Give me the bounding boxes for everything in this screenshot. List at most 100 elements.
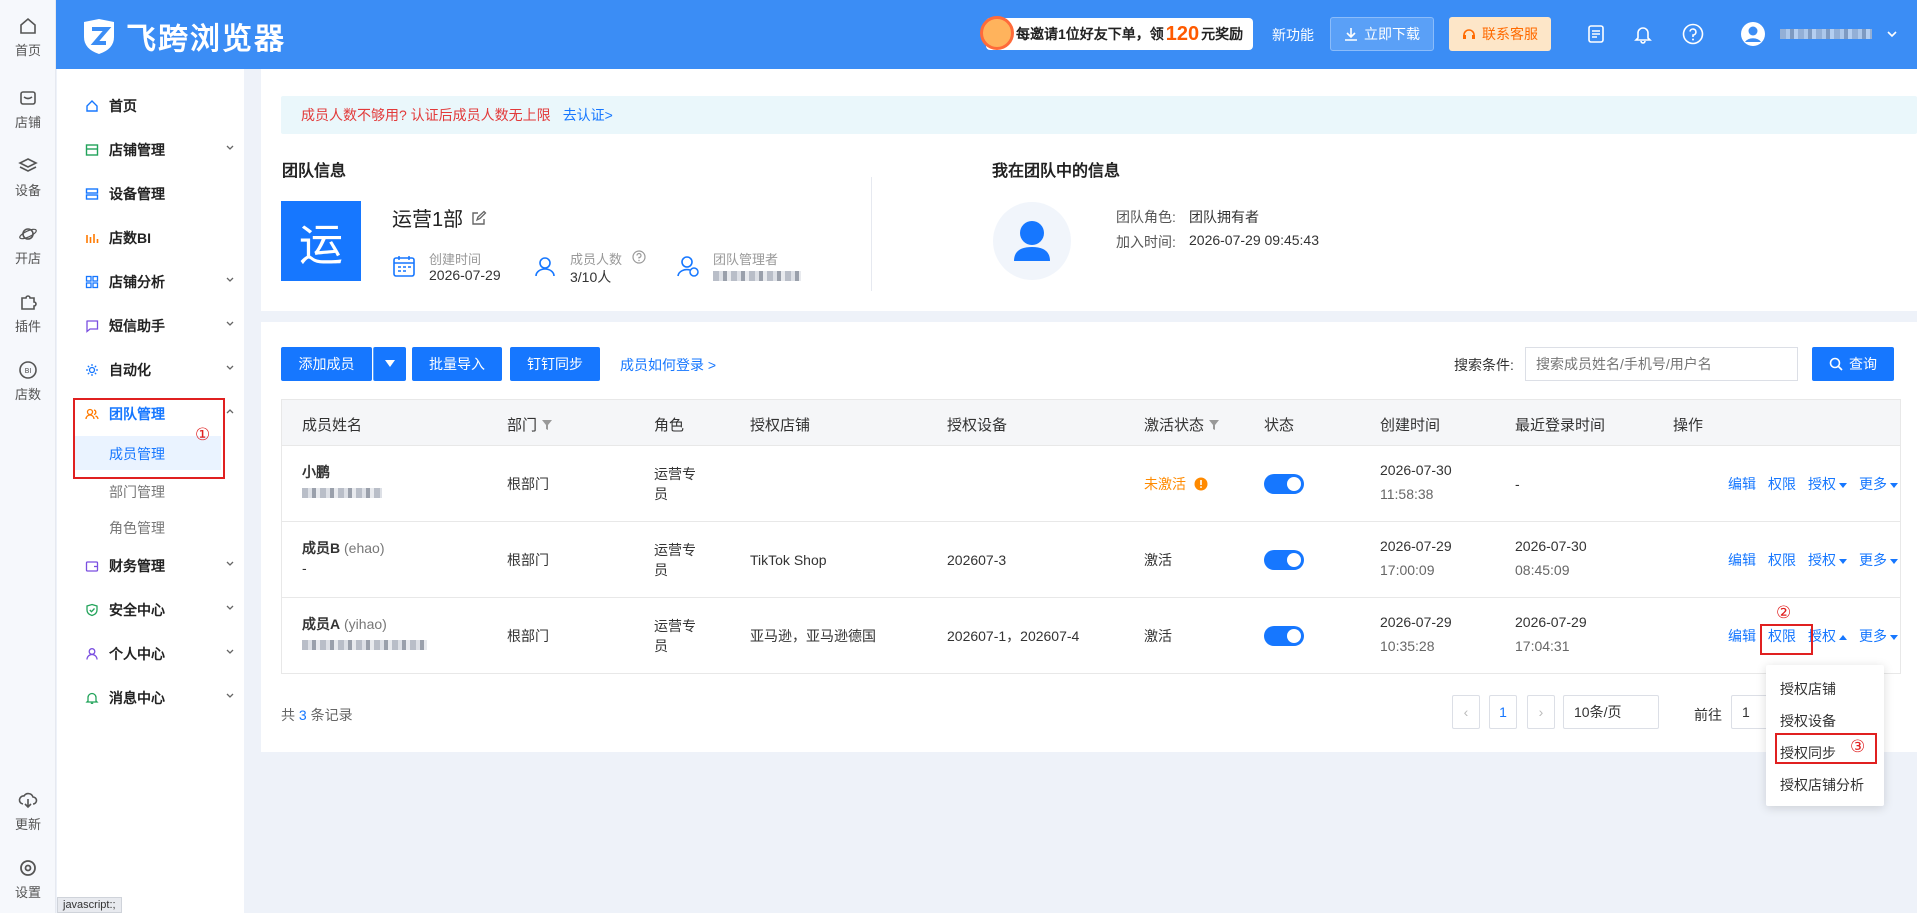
rail-bi[interactable]: BI 店数 xyxy=(0,360,56,403)
edit-link[interactable]: 编辑 xyxy=(1728,626,1756,646)
col-role: 角色 xyxy=(654,417,685,434)
sidebar-item-device-management[interactable]: 设备管理 xyxy=(85,179,235,209)
avatar[interactable] xyxy=(1740,21,1766,47)
document-icon[interactable] xyxy=(1586,24,1606,44)
invite-promo-banner[interactable]: 每邀请1位好友下单，领 120 元奖励 xyxy=(980,16,1254,50)
more-menu[interactable]: 更多 xyxy=(1859,550,1898,570)
team-avatar: 运 xyxy=(281,201,361,281)
status-toggle[interactable] xyxy=(1264,626,1304,646)
sidebar-item-message-center[interactable]: 消息中心 xyxy=(85,683,235,713)
contact-service-button[interactable]: 联系客服 xyxy=(1449,17,1551,51)
status-toggle[interactable] xyxy=(1264,550,1304,570)
edit-icon[interactable] xyxy=(471,210,487,226)
team-info-heading: 团队信息 xyxy=(282,163,347,180)
permission-link[interactable]: 权限 xyxy=(1768,474,1796,494)
authorize-menu[interactable]: 授权 xyxy=(1808,550,1847,570)
rail-device[interactable]: 设备 xyxy=(0,156,56,199)
status-bar-url: javascript:; xyxy=(57,897,122,913)
rail-plugin[interactable]: 插件 xyxy=(0,292,56,335)
page-1[interactable]: 1 xyxy=(1489,695,1517,729)
edit-link[interactable]: 编辑 xyxy=(1728,474,1756,494)
team-info-card: 成员人数不够用? 认证后成员人数无上限 去认证> 团队信息 运 运营1部 创建时… xyxy=(261,69,1917,311)
search-input[interactable] xyxy=(1525,347,1798,381)
sidebar-sub-item-roles[interactable]: 角色管理 xyxy=(109,518,165,538)
search-icon xyxy=(1829,357,1843,371)
more-label: 更多 xyxy=(1859,476,1887,492)
last-login-time: 08:45:09 xyxy=(1515,562,1570,578)
goto-label: 前往 xyxy=(1694,707,1722,723)
auth-devices[interactable]: 202607-1，202607-4 xyxy=(947,626,1079,646)
rail-open-shop[interactable]: 开店 xyxy=(0,224,56,267)
new-feature-link[interactable]: 新功能 xyxy=(1272,25,1314,45)
verify-link[interactable]: 去认证> xyxy=(563,105,613,125)
layers-icon xyxy=(18,158,38,172)
auth-shops[interactable]: 亚马逊，亚马逊德国 xyxy=(750,626,876,646)
auth-device-option[interactable]: 授权设备 xyxy=(1780,711,1836,731)
download-button[interactable]: 立即下载 xyxy=(1330,17,1434,51)
shield-icon xyxy=(86,603,98,617)
caret-down-icon xyxy=(1839,558,1847,564)
authorize-menu[interactable]: 授权 xyxy=(1808,474,1847,494)
authorize-label: 授权 xyxy=(1808,552,1836,568)
how-member-login-link[interactable]: 成员如何登录 > xyxy=(620,355,716,375)
sidebar-item-sms-assistant[interactable]: 短信助手 xyxy=(85,311,235,341)
auth-shops[interactable]: TikTok Shop xyxy=(750,550,827,570)
brand-logo[interactable]: 飞跨浏览器 xyxy=(80,14,286,58)
bell-icon[interactable] xyxy=(1633,24,1653,44)
sidebar-sub-item-departments[interactable]: 部门管理 xyxy=(109,482,165,502)
chevron-down-icon[interactable] xyxy=(1886,28,1898,40)
member-sub: - xyxy=(302,560,307,576)
authorize-menu-open[interactable]: 授权 xyxy=(1808,626,1847,646)
col-activation[interactable]: 激活状态 xyxy=(1144,414,1220,435)
member-role-line1: 运营专 xyxy=(654,542,696,558)
sidebar-item-label: 店铺管理 xyxy=(109,142,165,158)
sidebar-item-label: 自动化 xyxy=(109,362,151,378)
my-info-heading: 我在团队中的信息 xyxy=(992,163,1121,180)
sidebar-item-personal-center[interactable]: 个人中心 xyxy=(85,639,235,669)
query-button[interactable]: 查询 xyxy=(1812,347,1894,381)
sidebar-item-security[interactable]: 安全中心 xyxy=(85,595,235,625)
search-label: 搜索条件: xyxy=(1454,357,1514,373)
page-size-select[interactable]: 10条/页 xyxy=(1563,695,1659,729)
sidebar-item-home[interactable]: 首页 xyxy=(85,91,235,121)
auth-shop-analysis-option[interactable]: 授权店铺分析 xyxy=(1780,775,1864,795)
sidebar-item-shop-analysis[interactable]: 店铺分析 xyxy=(85,267,235,297)
help-icon[interactable] xyxy=(1682,23,1704,45)
rail-update[interactable]: 更新 xyxy=(0,790,56,833)
more-menu[interactable]: 更多 xyxy=(1859,474,1898,494)
auth-devices[interactable]: 202607-3 xyxy=(947,550,1006,570)
prev-page-button[interactable]: ‹ xyxy=(1452,695,1480,729)
rail-home[interactable]: 首页 xyxy=(0,16,56,59)
permission-link[interactable]: 权限 xyxy=(1768,550,1796,570)
add-member-button[interactable]: 添加成员 xyxy=(281,347,372,381)
sidebar-item-label: 短信助手 xyxy=(109,318,165,334)
user-icon xyxy=(86,648,98,660)
rail-settings[interactable]: 设置 xyxy=(0,858,56,901)
sidebar-item-finance[interactable]: 财务管理 xyxy=(85,551,235,581)
rail-shop[interactable]: 店铺 xyxy=(0,88,56,131)
help-circle-icon[interactable] xyxy=(632,250,646,264)
sidebar-item-automation[interactable]: 自动化 xyxy=(85,355,235,385)
dingtalk-sync-button[interactable]: 钉钉同步 xyxy=(510,347,600,381)
table-row: 小鹏 根部门 运营专 员 未激活 2026-07-30 11:58:38 - 编… xyxy=(281,446,1901,522)
batch-import-button[interactable]: 批量导入 xyxy=(412,347,502,381)
sidebar-item-label: 个人中心 xyxy=(109,646,165,662)
next-page-button[interactable]: › xyxy=(1527,695,1555,729)
status-toggle[interactable] xyxy=(1264,474,1304,494)
sidebar-item-label: 消息中心 xyxy=(109,690,165,706)
member-dept: 根部门 xyxy=(507,552,549,568)
warning-icon[interactable] xyxy=(1194,477,1208,491)
headset-icon xyxy=(1463,29,1475,39)
add-member-dropdown-toggle[interactable] xyxy=(373,347,406,381)
rail-label: 插件 xyxy=(14,319,41,334)
manager-icon xyxy=(677,256,699,277)
total-suffix: 条记录 xyxy=(310,707,353,723)
sidebar-item-shop-management[interactable]: 店铺管理 xyxy=(85,135,235,165)
join-value: 2026-07-29 09:45:43 xyxy=(1189,232,1319,248)
auth-shop-option[interactable]: 授权店铺 xyxy=(1780,679,1836,699)
col-dept[interactable]: 部门 xyxy=(507,414,553,435)
more-menu[interactable]: 更多 xyxy=(1859,626,1898,646)
edit-link[interactable]: 编辑 xyxy=(1728,550,1756,570)
row-actions: 编辑 权限 授权 更多 xyxy=(1728,626,1898,646)
sidebar-item-bi[interactable]: 店数BI xyxy=(85,223,235,253)
